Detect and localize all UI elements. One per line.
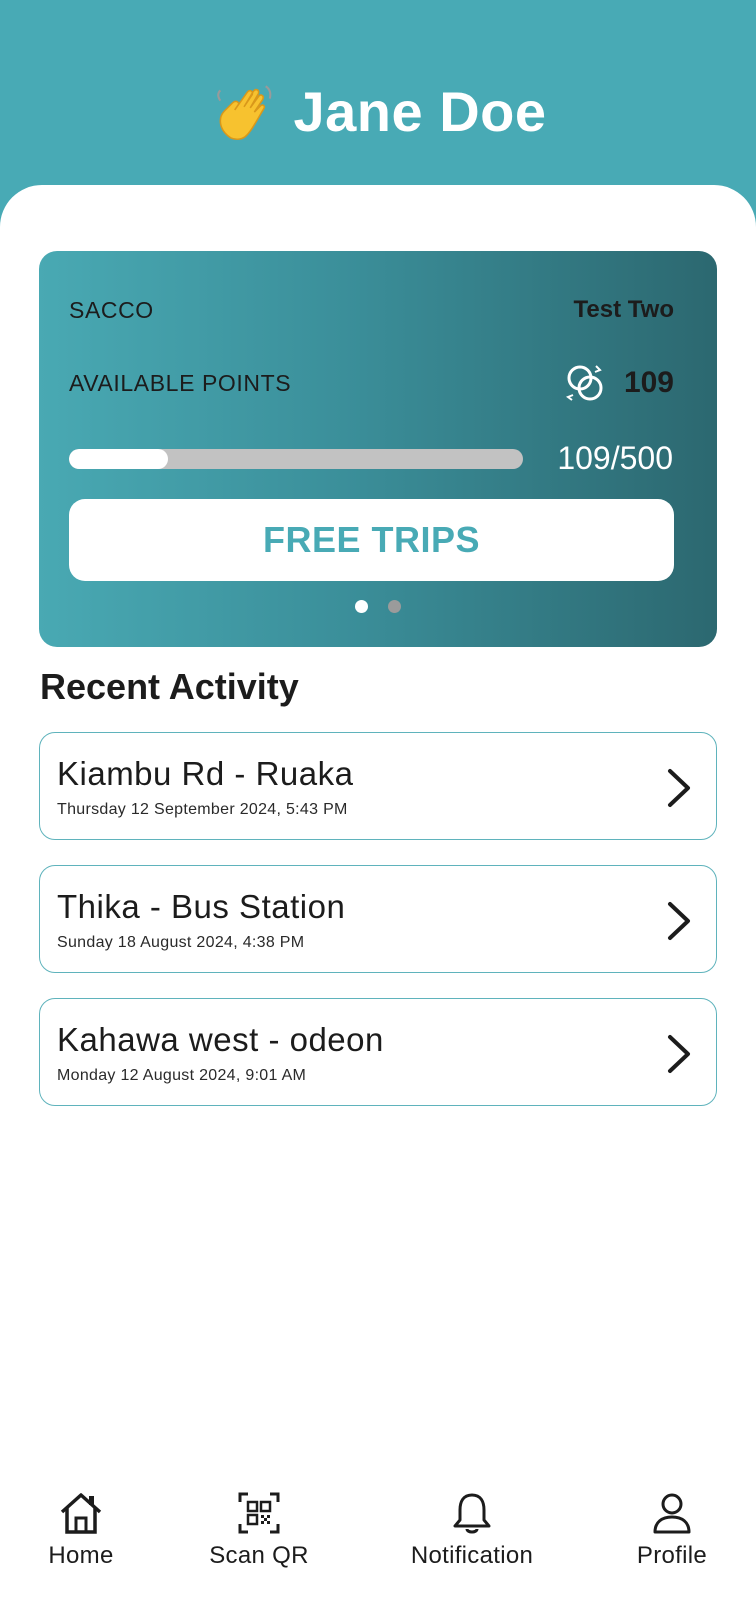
- nav-label-scan-qr: Scan QR: [209, 1542, 309, 1569]
- recent-activity-title: Recent Activity: [40, 666, 299, 707]
- nav-item-notification[interactable]: Notification: [402, 1490, 542, 1570]
- waving-hand-icon: [216, 85, 271, 141]
- activity-route: Kiambu Rd - Ruaka: [57, 755, 354, 792]
- points-value: 109: [623, 366, 674, 399]
- sacco-value: Test Two: [573, 296, 674, 323]
- home-icon: [60, 1493, 102, 1534]
- qr-code-icon: [238, 1492, 280, 1534]
- points-progress-fill: [69, 449, 168, 469]
- activity-date: Monday 12 August 2024, 9:01 AM: [57, 1067, 307, 1084]
- nav-item-scan-qr[interactable]: Scan QR: [209, 1490, 309, 1570]
- carousel-dot[interactable]: [355, 600, 368, 613]
- nav-item-profile[interactable]: Profile: [632, 1490, 712, 1570]
- activity-date: Sunday 18 August 2024, 4:38 PM: [57, 934, 305, 951]
- nav-item-home[interactable]: Home: [45, 1490, 117, 1570]
- activity-item[interactable]: Thika - Bus Station Sunday 18 August 202…: [39, 865, 717, 973]
- activity-item[interactable]: Kahawa west - odeon Monday 12 August 202…: [39, 998, 717, 1106]
- bottom-navigation: Home Scan QR Notification Profile: [0, 1490, 756, 1600]
- activity-route: Kahawa west - odeon: [57, 1021, 384, 1058]
- points-progress-text: 109/500: [557, 440, 673, 476]
- nav-label-home: Home: [48, 1542, 114, 1569]
- user-icon: [653, 1493, 691, 1534]
- chevron-right-icon: [668, 1035, 690, 1073]
- bell-icon: [453, 1493, 491, 1534]
- user-name: Jane Doe: [293, 79, 547, 143]
- sacco-row: SACCO Test Two: [69, 296, 674, 324]
- activity-date: Thursday 12 September 2024, 5:43 PM: [57, 801, 348, 818]
- free-trips-button[interactable]: FREE TRIPS: [69, 499, 674, 581]
- points-display: 109: [562, 360, 674, 406]
- points-label: AVAILABLE POINTS: [69, 369, 292, 396]
- chevron-right-icon: [668, 902, 690, 940]
- greeting: Jane Doe: [0, 78, 756, 144]
- carousel-dot[interactable]: [388, 600, 401, 613]
- carousel-dots: [0, 600, 756, 613]
- nav-label-profile: Profile: [636, 1542, 708, 1569]
- points-progress-bar: [69, 449, 523, 469]
- nav-label-notification: Notification: [410, 1542, 534, 1569]
- points-row: AVAILABLE POINTS 109: [69, 360, 674, 406]
- chevron-right-icon: [668, 769, 690, 807]
- rings-icon: [565, 365, 603, 401]
- activity-item[interactable]: Kiambu Rd - Ruaka Thursday 12 September …: [39, 732, 717, 840]
- sacco-label: SACCO: [69, 296, 154, 323]
- activity-route: Thika - Bus Station: [57, 888, 346, 925]
